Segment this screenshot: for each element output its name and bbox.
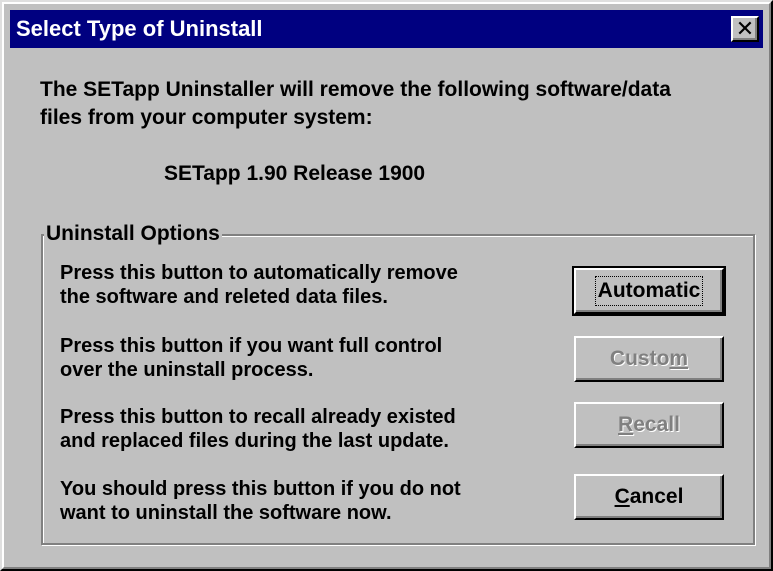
automatic-description: Press this button to automatically remov… bbox=[60, 261, 540, 309]
custom-label-accelerator: m bbox=[669, 347, 689, 370]
custom-desc-line-1: Press this button if you want full contr… bbox=[60, 335, 443, 357]
group-legend: Uninstall Options bbox=[44, 222, 222, 246]
recall-desc-line-1: Press this button to recall already exis… bbox=[60, 406, 456, 428]
automatic-desc-line-2: the software and releted data files. bbox=[60, 286, 388, 308]
cancel-button[interactable]: Cancel bbox=[574, 474, 724, 520]
recall-button-label: Recall bbox=[618, 413, 680, 437]
recall-label-tail: ecall bbox=[633, 413, 680, 436]
cancel-desc-line-1: You should press this button if you do n… bbox=[60, 478, 461, 500]
cancel-button-label: Cancel bbox=[615, 485, 684, 509]
recall-desc-line-2: and replaced files during the last updat… bbox=[60, 430, 449, 452]
cancel-description: You should press this button if you do n… bbox=[60, 477, 540, 525]
recall-button[interactable]: Recall bbox=[574, 402, 724, 448]
intro-text: The SETapp Uninstaller will remove the f… bbox=[40, 76, 760, 132]
uninstall-dialog: Select Type of Uninstall ✕ The SETapp Un… bbox=[0, 0, 773, 571]
close-icon: ✕ bbox=[735, 16, 755, 41]
automatic-button-label: Automatic bbox=[594, 276, 704, 306]
recall-description: Press this button to recall already exis… bbox=[60, 405, 540, 453]
title-bar[interactable]: Select Type of Uninstall ✕ bbox=[10, 10, 763, 48]
dialog-frame: Select Type of Uninstall ✕ The SETapp Un… bbox=[2, 2, 771, 569]
cancel-label-accelerator: C bbox=[614, 485, 630, 508]
cancel-desc-line-2: want to uninstall the software now. bbox=[60, 502, 392, 524]
recall-label-accelerator: R bbox=[618, 413, 634, 436]
automatic-desc-line-1: Press this button to automatically remov… bbox=[60, 262, 458, 284]
cancel-label-tail: ancel bbox=[629, 485, 684, 508]
intro-line-2: files from your computer system: bbox=[40, 106, 373, 129]
custom-button[interactable]: Custom bbox=[574, 336, 724, 382]
custom-label-text: Custo bbox=[609, 347, 670, 370]
custom-desc-line-2: over the uninstall process. bbox=[60, 359, 314, 381]
custom-button-label: Custom bbox=[610, 347, 688, 371]
custom-description: Press this button if you want full contr… bbox=[60, 334, 540, 382]
close-button[interactable]: ✕ bbox=[731, 16, 759, 42]
product-name: SETapp 1.90 Release 1900 bbox=[164, 162, 426, 185]
intro-line-1: The SETapp Uninstaller will remove the f… bbox=[40, 78, 671, 101]
window-title: Select Type of Uninstall bbox=[16, 16, 263, 41]
automatic-button[interactable]: Automatic bbox=[572, 266, 726, 316]
